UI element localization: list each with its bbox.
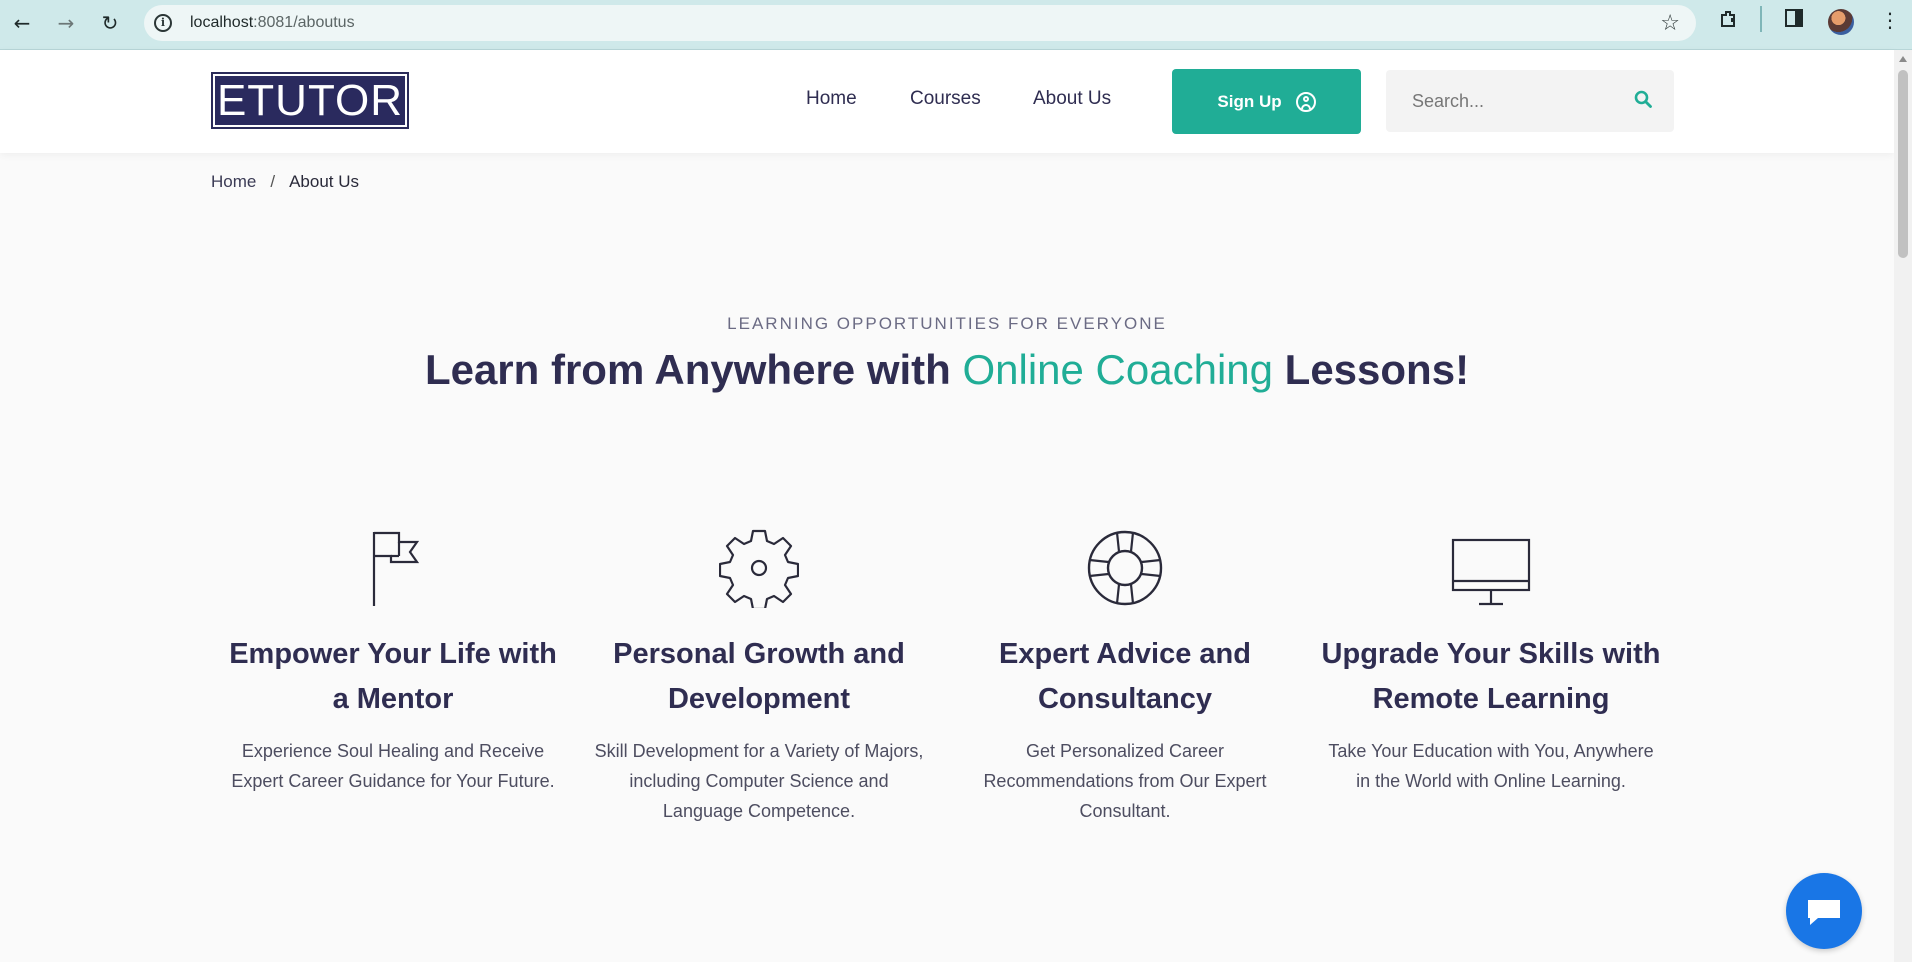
- site-header: ETUTOR Home Courses About Us Sign Up: [0, 50, 1894, 153]
- back-icon[interactable]: ←: [8, 9, 36, 37]
- nav-courses[interactable]: Courses: [910, 88, 981, 110]
- sign-up-button[interactable]: Sign Up: [1172, 69, 1361, 134]
- feature-card-mentor: Empower Your Life with a Mentor Experien…: [223, 528, 563, 796]
- nav-home[interactable]: Home: [806, 88, 857, 110]
- chat-bubble-icon: [1808, 900, 1840, 925]
- browser-toolbar: ← → ↻ i localhost:8081/aboutus ☆ ⋮: [0, 0, 1912, 50]
- side-panel-icon[interactable]: [1784, 8, 1804, 33]
- search-icon[interactable]: [1634, 90, 1652, 108]
- extensions-icon[interactable]: [1718, 8, 1740, 35]
- feature-title: Expert Advice and Consultancy: [999, 638, 1251, 715]
- section-subtitle: LEARNING OPPORTUNITIES FOR EVERYONE: [727, 314, 1167, 333]
- scrollbar-thumb[interactable]: [1898, 70, 1908, 258]
- lifebuoy-icon: [1087, 530, 1163, 606]
- title-accent: Online Coaching: [962, 346, 1273, 393]
- page: ETUTOR Home Courses About Us Sign Up Hom…: [0, 50, 1894, 962]
- monitor-icon: [1451, 538, 1531, 606]
- feature-text: Take Your Education with You, Anywhere i…: [1328, 741, 1654, 791]
- feature-title: Empower Your Life with a Mentor: [229, 638, 557, 715]
- feature-card-growth: Personal Growth and Development Skill De…: [589, 528, 929, 826]
- scroll-up-arrow-icon[interactable]: [1899, 56, 1907, 62]
- flag-icon: [372, 531, 420, 606]
- page-scrollbar[interactable]: [1894, 50, 1912, 962]
- feature-text: Experience Soul Healing and Receive Expe…: [231, 741, 555, 791]
- feature-card-remote: Upgrade Your Skills with Remote Learning…: [1321, 528, 1661, 796]
- chat-button[interactable]: [1786, 873, 1862, 949]
- feature-title: Upgrade Your Skills with Remote Learning: [1321, 638, 1661, 715]
- reload-icon[interactable]: ↻: [96, 9, 124, 37]
- sign-up-label: Sign Up: [1217, 91, 1282, 111]
- profile-avatar[interactable]: [1828, 9, 1854, 35]
- url-path: :8081/aboutus: [253, 14, 355, 31]
- section-title: Learn from Anywhere with Online Coaching…: [0, 346, 1894, 394]
- breadcrumb-home[interactable]: Home: [211, 172, 256, 191]
- url-host: localhost: [190, 14, 254, 31]
- feature-card-advice: Expert Advice and Consultancy Get Person…: [955, 528, 1295, 826]
- user-circle-icon: [1295, 91, 1316, 112]
- forward-icon[interactable]: →: [52, 9, 80, 37]
- feature-title: Personal Growth and Development: [613, 638, 905, 715]
- search-box: [1386, 70, 1674, 132]
- feature-text: Skill Development for a Variety of Major…: [594, 741, 924, 821]
- url-text[interactable]: localhost:8081/aboutus: [190, 14, 355, 32]
- nav-about-us[interactable]: About Us: [1033, 88, 1111, 110]
- toolbar-divider: [1760, 6, 1762, 32]
- logo-text: ETUTOR: [215, 76, 405, 125]
- breadcrumb-separator: /: [270, 172, 276, 191]
- title-part-2: Lessons!: [1273, 346, 1470, 393]
- bookmark-star-icon[interactable]: ☆: [1660, 11, 1680, 36]
- title-part-1: Learn from Anywhere with: [424, 346, 963, 393]
- address-bar[interactable]: i localhost:8081/aboutus ☆: [144, 5, 1696, 41]
- gear-icon: [719, 529, 799, 608]
- site-logo[interactable]: ETUTOR: [211, 72, 409, 129]
- search-input[interactable]: [1412, 87, 1612, 115]
- feature-text: Get Personalized Career Recommendations …: [983, 741, 1267, 821]
- site-info-icon[interactable]: i: [154, 14, 172, 32]
- browser-menu-icon[interactable]: ⋮: [1880, 8, 1900, 32]
- breadcrumb-current: About Us: [289, 172, 360, 191]
- breadcrumb: Home / About Us: [211, 172, 359, 192]
